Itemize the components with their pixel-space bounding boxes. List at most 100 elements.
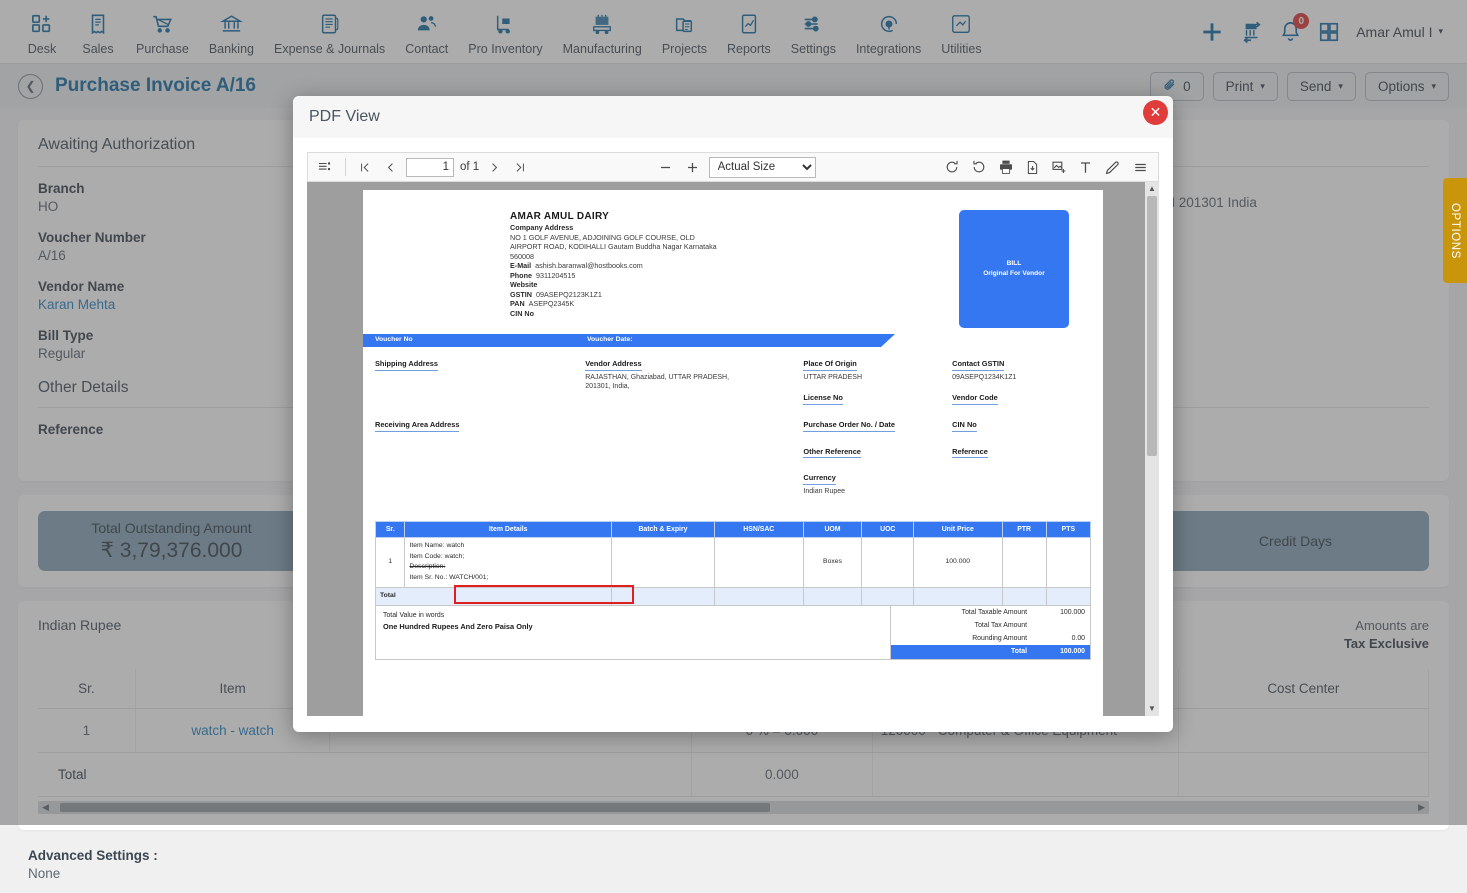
zoom-in-icon[interactable] — [682, 160, 703, 175]
pdf-grand-total-label: Total — [896, 647, 1037, 656]
scroll-down-arrow-icon[interactable]: ▼ — [1148, 702, 1156, 716]
pdf-other-reference-label: Other Reference — [803, 447, 861, 459]
pdf-table-header-row: Sr. Item Details Batch & Expiry HSN/SAC … — [376, 522, 1091, 538]
pdf-company-address-line1: NO 1 GOLF AVENUE, ADJOINING GOLF COURSE,… — [510, 233, 959, 243]
pdf-total-taxable-value: 100.000 — [1037, 608, 1085, 617]
pdf-company-phone-row: Phone 9311204515 — [510, 271, 959, 281]
pdf-viewport[interactable]: AMAR AMUL DAIRY Company Address NO 1 GOL… — [307, 182, 1159, 716]
first-page-icon[interactable] — [356, 161, 375, 174]
pdf-place-of-origin-label: Place Of Origin — [803, 359, 856, 371]
pdf-company-address-label: Company Address — [510, 223, 959, 233]
pdf-total-tax-label: Total Tax Amount — [896, 621, 1037, 630]
sidebar-toggle-icon[interactable] — [314, 160, 335, 174]
modal-title: PDF View — [309, 108, 380, 126]
close-icon[interactable]: ✕ — [1143, 100, 1168, 125]
pdf-words-value: One Hundred Rupees And Zero Paisa Only — [383, 622, 883, 632]
pdf-website-label: Website — [510, 280, 537, 289]
pdf-total-taxable-label: Total Taxable Amount — [896, 608, 1037, 617]
pdf-total-hsn — [715, 587, 803, 605]
pdf-total-uom — [803, 587, 862, 605]
pdf-voucher-bar: Voucher No Voucher Date: — [363, 334, 1103, 347]
download-icon[interactable] — [1022, 160, 1043, 175]
toolbar-zoom-group: Actual Size — [655, 157, 816, 178]
advanced-settings-label: Advanced Settings : — [28, 848, 1449, 863]
pdf-item-name: Item Name: watch — [409, 541, 606, 552]
pdf-col-unit-price: Unit Price — [914, 522, 1002, 538]
pdf-cell-uom: Boxes — [803, 538, 862, 587]
rotate-counterclockwise-icon[interactable] — [968, 159, 990, 175]
pdf-totals-table: Total Taxable Amount 100.000 Total Tax A… — [890, 606, 1090, 659]
zoom-out-icon[interactable] — [655, 160, 676, 175]
pdf-cell-unit-price: 100.000 — [914, 538, 1002, 587]
pdf-total-uoc — [862, 587, 914, 605]
pdf-email-label: E-Mail — [510, 261, 531, 270]
pdf-item-details-block: Item Name: watch Item Code: watch; Descr… — [409, 541, 606, 583]
pdf-cell-pts — [1046, 538, 1090, 587]
pdf-stamp-line1: BILL — [1007, 259, 1022, 269]
pdf-voucher-bar-inner: Voucher No Voucher Date: — [375, 336, 1103, 345]
pdf-addr-col-1: Shipping Address Receiving Area Address — [375, 359, 585, 507]
next-page-icon[interactable] — [485, 161, 504, 174]
pdf-license-no-label: License No — [803, 393, 842, 405]
pdf-total-tax-value — [1037, 621, 1085, 630]
draw-pencil-icon[interactable] — [1101, 159, 1124, 176]
pdf-company-address-line3: 560008 — [510, 252, 959, 262]
pdf-items-table: Sr. Item Details Batch & Expiry HSN/SAC … — [375, 521, 1091, 605]
rotate-clockwise-icon[interactable] — [941, 159, 963, 175]
snapshot-icon[interactable] — [1048, 159, 1070, 175]
advanced-settings: Advanced Settings : None — [18, 844, 1449, 881]
pdf-reference-label: Reference — [952, 447, 988, 459]
pdf-currency-value: Indian Rupee — [803, 487, 952, 496]
toolbar-tools-group — [941, 159, 1152, 176]
page-number-input[interactable] — [406, 158, 454, 177]
pdf-company-pan-row: PAN ASEPQ2345K — [510, 299, 959, 309]
pdf-total-pts — [1046, 587, 1090, 605]
modal-header: PDF View ✕ — [293, 96, 1173, 138]
pdf-phone-label: Phone — [510, 271, 532, 280]
pdf-address-grid: Shipping Address Receiving Area Address … — [375, 347, 1091, 517]
toolbar-divider — [345, 158, 346, 176]
pdf-words-label: Total Value in words — [383, 611, 883, 620]
pdf-addr-col-2: Vendor Address RAJASTHAN, Ghaziabad, UTT… — [585, 359, 803, 507]
pdf-addr-col-4: Contact GSTIN 09ASEPQ1234K1Z1 Vendor Cod… — [952, 359, 1091, 507]
pdf-company-email-row: E-Mail ashish.baranwal@hostbooks.com — [510, 261, 959, 271]
previous-page-icon[interactable] — [381, 161, 400, 174]
options-side-tab[interactable]: OPTIONS — [1443, 178, 1467, 283]
menu-icon[interactable] — [1129, 160, 1152, 175]
pdf-company-website-row: Website — [510, 280, 959, 290]
text-tool-icon[interactable] — [1075, 160, 1096, 175]
pdf-cin-label: CIN No — [510, 309, 534, 318]
pdf-scrollbar-thumb[interactable] — [1147, 196, 1157, 456]
pdf-total-label: Total — [376, 587, 612, 605]
pdf-vendor-address-value: RAJASTHAN, Ghaziabad, UTTAR PRADESH, 201… — [585, 373, 745, 391]
pdf-page: AMAR AMUL DAIRY Company Address NO 1 GOL… — [363, 190, 1103, 716]
pdf-col-uoc: UOC — [862, 522, 914, 538]
pdf-rounding-value: 0.00 — [1037, 634, 1085, 643]
scroll-up-arrow-icon[interactable]: ▲ — [1148, 182, 1156, 196]
pdf-vendor-address-label: Vendor Address — [585, 359, 641, 371]
pdf-item-description: Description: — [409, 562, 606, 573]
print-icon[interactable] — [995, 159, 1017, 175]
pdf-company-block: AMAR AMUL DAIRY Company Address NO 1 GOL… — [510, 210, 959, 328]
pdf-email-value: ashish.baranwal@hostbooks.com — [535, 261, 643, 270]
pdf-addr-col-3: Place Of Origin UTTAR PRADESH License No… — [803, 359, 952, 507]
advanced-settings-value: None — [28, 866, 1449, 881]
pdf-gstin-value: 09ASEPQ2123K1Z1 — [536, 290, 602, 299]
pdf-stamp-line2: Original For Vendor — [983, 269, 1045, 279]
pdf-item-code: Item Code: watch; — [409, 552, 606, 563]
pdf-grand-total-value: 100.000 — [1037, 647, 1085, 656]
pdf-currency-label: Currency — [803, 473, 835, 485]
pdf-col-pts: PTS — [1046, 522, 1090, 538]
last-page-icon[interactable] — [510, 161, 529, 174]
pdf-total-taxable-row: Total Taxable Amount 100.000 — [891, 606, 1090, 619]
pdf-vertical-scrollbar[interactable]: ▲ ▼ — [1145, 182, 1159, 716]
pdf-document: AMAR AMUL DAIRY Company Address NO 1 GOL… — [363, 190, 1103, 660]
pdf-voucher-no-label: Voucher No — [375, 336, 587, 345]
zoom-level-select[interactable]: Actual Size — [709, 157, 816, 178]
pdf-grand-total-row: Total 100.000 — [891, 645, 1090, 659]
pdf-cell-sr: 1 — [376, 538, 405, 587]
pdf-vendor-code-label: Vendor Code — [952, 393, 998, 405]
pdf-cell-batch — [611, 538, 714, 587]
pdf-rounding-label: Rounding Amount — [896, 634, 1037, 643]
pdf-col-uom: UOM — [803, 522, 862, 538]
